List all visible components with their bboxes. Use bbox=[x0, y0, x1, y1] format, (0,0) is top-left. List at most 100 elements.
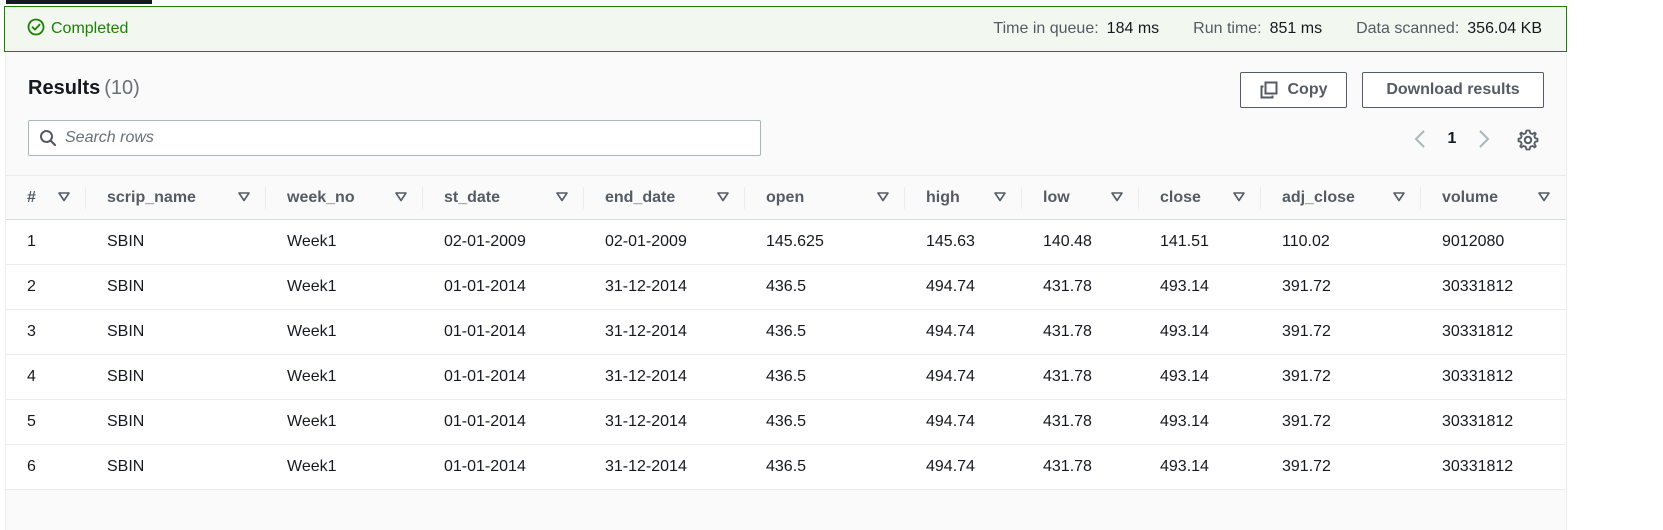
table-cell: 493.14 bbox=[1139, 399, 1261, 445]
table-cell: 431.78 bbox=[1022, 354, 1139, 400]
table-cell: Week1 bbox=[266, 399, 423, 445]
column-header-label: low bbox=[1043, 188, 1070, 206]
table-cell: Week1 bbox=[266, 309, 423, 355]
column-header[interactable]: st_date bbox=[423, 175, 584, 220]
column-header[interactable]: # bbox=[6, 175, 86, 220]
column-header-label: open bbox=[766, 188, 805, 206]
column-header-label: scrip_name bbox=[107, 188, 196, 206]
sort-filter-icon[interactable] bbox=[1233, 189, 1245, 207]
table-cell: SBIN bbox=[86, 264, 266, 310]
copy-button[interactable]: Copy bbox=[1240, 72, 1347, 108]
column-header-label: adj_close bbox=[1282, 188, 1355, 206]
sort-filter-icon[interactable] bbox=[556, 189, 568, 207]
data-scanned-metric: Data scanned: 356.04 KB bbox=[1356, 20, 1542, 37]
query-status-bar: Completed Time in queue: 184 ms Run time:… bbox=[4, 6, 1567, 52]
sort-filter-icon[interactable] bbox=[994, 189, 1006, 207]
column-header-label: close bbox=[1160, 188, 1201, 206]
table-row[interactable]: 1 SBIN Week1 02-01-2009 02-01-2009 145.625 145… bbox=[6, 219, 1566, 265]
column-header[interactable]: close bbox=[1139, 175, 1261, 220]
sort-filter-icon[interactable] bbox=[1111, 189, 1123, 207]
table-cell: SBIN bbox=[86, 399, 266, 445]
table-cell: 431.78 bbox=[1022, 264, 1139, 310]
sort-filter-icon[interactable] bbox=[1538, 189, 1550, 207]
sort-filter-icon[interactable] bbox=[717, 189, 729, 207]
table-row[interactable]: 2 SBIN Week1 01-01-2014 31-12-2014 436.5 494.7… bbox=[6, 264, 1566, 310]
table-cell: 5 bbox=[6, 399, 86, 445]
table-cell: 436.5 bbox=[745, 444, 905, 490]
table-cell: 31-12-2014 bbox=[584, 444, 745, 490]
table-row[interactable]: 4 SBIN Week1 01-01-2014 31-12-2014 436.5 494.7… bbox=[6, 354, 1566, 400]
column-header[interactable]: end_date bbox=[584, 175, 745, 220]
table-cell: SBIN bbox=[86, 354, 266, 400]
column-header[interactable]: high bbox=[905, 175, 1022, 220]
table-cell: 31-12-2014 bbox=[584, 264, 745, 310]
table-cell: 02-01-2009 bbox=[584, 219, 745, 265]
table-cell: 4 bbox=[6, 354, 86, 400]
table-cell: 494.74 bbox=[905, 399, 1022, 445]
column-header[interactable]: scrip_name bbox=[86, 175, 266, 220]
table-cell: 31-12-2014 bbox=[584, 354, 745, 400]
column-header[interactable]: low bbox=[1022, 175, 1139, 220]
column-header-label: volume bbox=[1442, 188, 1499, 206]
table-cell: 494.74 bbox=[905, 444, 1022, 490]
table-row[interactable]: 3 SBIN Week1 01-01-2014 31-12-2014 436.5 494.7… bbox=[6, 309, 1566, 355]
table-cell: 493.14 bbox=[1139, 444, 1261, 490]
table-row[interactable]: 6 SBIN Week1 01-01-2014 31-12-2014 436.5 494.7… bbox=[6, 444, 1566, 490]
table-cell: 436.5 bbox=[745, 309, 905, 355]
column-header[interactable]: open bbox=[745, 175, 905, 220]
table-cell: 493.14 bbox=[1139, 309, 1261, 355]
table-cell: Week1 bbox=[266, 264, 423, 310]
table-cell: 494.74 bbox=[905, 309, 1022, 355]
table-cell: 494.74 bbox=[905, 354, 1022, 400]
table-row[interactable]: 5 SBIN Week1 01-01-2014 31-12-2014 436.5 494.7… bbox=[6, 399, 1566, 445]
sort-filter-icon[interactable] bbox=[58, 189, 70, 207]
table-cell: 01-01-2014 bbox=[423, 354, 584, 400]
search-input[interactable] bbox=[65, 129, 745, 147]
table-cell: 01-01-2014 bbox=[423, 309, 584, 355]
table-cell: 431.78 bbox=[1022, 309, 1139, 355]
column-header[interactable]: adj_close bbox=[1261, 175, 1421, 220]
column-header-label: week_no bbox=[287, 188, 355, 206]
table-cell: SBIN bbox=[86, 444, 266, 490]
chevron-right-icon[interactable] bbox=[1472, 125, 1496, 153]
table-cell: 436.5 bbox=[745, 399, 905, 445]
table-cell: 01-01-2014 bbox=[423, 399, 584, 445]
column-header-label: high bbox=[926, 188, 960, 206]
chevron-left-icon[interactable] bbox=[1408, 125, 1432, 153]
table-cell: 02-01-2009 bbox=[423, 219, 584, 265]
table-cell: SBIN bbox=[86, 309, 266, 355]
sort-filter-icon[interactable] bbox=[238, 189, 250, 207]
table-cell: 30331812 bbox=[1421, 444, 1566, 490]
table-cell: 2 bbox=[6, 264, 86, 310]
column-header[interactable]: week_no bbox=[266, 175, 423, 220]
sort-filter-icon[interactable] bbox=[395, 189, 407, 207]
search-rows-field[interactable] bbox=[28, 120, 761, 156]
status-text: Completed bbox=[51, 20, 129, 37]
table-cell: 31-12-2014 bbox=[584, 399, 745, 445]
results-count: (10) bbox=[104, 77, 140, 99]
table-cell: 431.78 bbox=[1022, 399, 1139, 445]
table-cell: 9012080 bbox=[1421, 219, 1566, 265]
sort-filter-icon[interactable] bbox=[877, 189, 889, 207]
table-cell: 436.5 bbox=[745, 264, 905, 310]
table-cell: 436.5 bbox=[745, 354, 905, 400]
table-cell: 391.72 bbox=[1261, 309, 1421, 355]
table-cell: 391.72 bbox=[1261, 399, 1421, 445]
column-header[interactable]: volume bbox=[1421, 175, 1566, 220]
table-cell: 494.74 bbox=[905, 264, 1022, 310]
table-cell: 31-12-2014 bbox=[584, 309, 745, 355]
table-cell: 3 bbox=[6, 309, 86, 355]
download-results-button[interactable]: Download results bbox=[1362, 72, 1544, 108]
table-cell: 145.625 bbox=[745, 219, 905, 265]
current-page[interactable]: 1 bbox=[1432, 130, 1472, 148]
pagination: 1 bbox=[1408, 124, 1496, 154]
gear-icon[interactable] bbox=[1516, 128, 1540, 152]
sort-filter-icon[interactable] bbox=[1393, 189, 1405, 207]
table-cell: 1 bbox=[6, 219, 86, 265]
run-time-metric: Run time: 851 ms bbox=[1193, 20, 1323, 37]
table-cell: Week1 bbox=[266, 219, 423, 265]
table-cell: SBIN bbox=[86, 219, 266, 265]
table-cell: 6 bbox=[6, 444, 86, 490]
column-header-label: # bbox=[27, 188, 36, 206]
table-cell: 391.72 bbox=[1261, 264, 1421, 310]
